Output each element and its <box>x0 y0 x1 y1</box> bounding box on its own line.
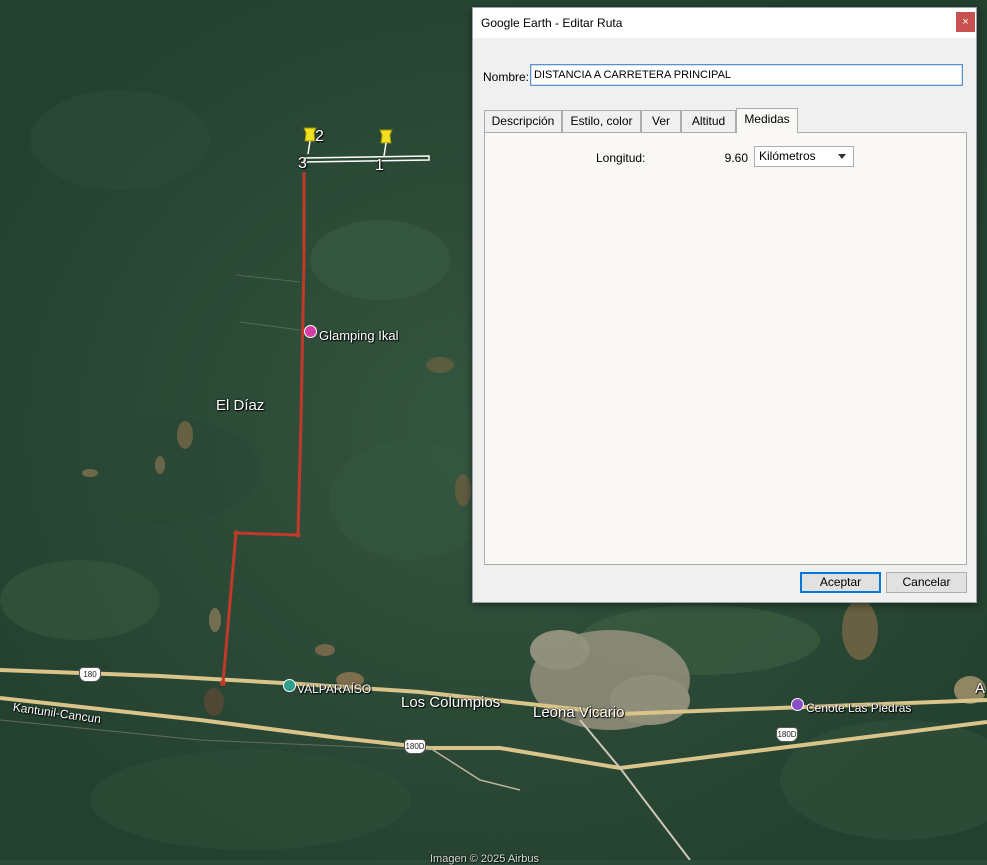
label-leona-vicario: Leona Vicario <box>533 704 625 721</box>
nombre-input[interactable] <box>530 64 963 86</box>
edit-route-dialog[interactable]: Google Earth - Editar Ruta × Nombre: Des… <box>472 7 977 603</box>
nombre-label: Nombre: <box>483 70 530 84</box>
tab-altitud[interactable]: Altitud <box>681 110 736 132</box>
highway-shield-180d: 180D <box>777 728 797 741</box>
cenote-poi-icon[interactable] <box>791 698 804 711</box>
tab-estilo-color[interactable]: Estilo, color <box>562 110 641 132</box>
label-edge-a: A <box>975 680 986 697</box>
dialog-titlebar[interactable]: Google Earth - Editar Ruta × <box>473 8 976 38</box>
longitud-value: 9.60 <box>724 151 748 165</box>
pushpin-icon[interactable] <box>374 128 398 158</box>
route-point-1: 1 <box>375 157 384 174</box>
label-cenote: Cenote Las Piedras <box>806 701 912 715</box>
label-valparaiso: VALPARAÍSO <box>297 682 372 696</box>
highway-shield-180d: 180D <box>405 740 425 753</box>
dialog-title: Google Earth - Editar Ruta <box>481 16 623 30</box>
highway-shield-180: 180 <box>80 668 100 681</box>
imagery-credit: Imagen © 2025 Airbus <box>430 853 540 865</box>
label-los-columpios: Los Columpios <box>401 694 501 711</box>
cancel-button[interactable]: Cancelar <box>886 572 967 593</box>
glamping-poi-icon[interactable] <box>304 325 317 338</box>
tab-medidas[interactable]: Medidas <box>736 108 798 133</box>
label-el-diaz: El Díaz <box>216 397 265 414</box>
unit-select[interactable]: Kilómetros <box>754 146 854 167</box>
route-point-3: 3 <box>298 155 307 172</box>
medidas-panel: Longitud: 9.60 Kilómetros <box>484 132 967 565</box>
chevron-down-icon <box>838 154 846 159</box>
tab-descripcion[interactable]: Descripción <box>484 110 562 132</box>
longitud-label: Longitud: <box>596 151 646 165</box>
unit-select-value: Kilómetros <box>759 149 816 163</box>
label-glamping: Glamping Ikal <box>319 328 399 343</box>
close-button[interactable]: × <box>956 12 975 32</box>
route-point-2: 2 <box>315 128 324 145</box>
tab-ver[interactable]: Ver <box>641 110 681 132</box>
valparaiso-poi-icon[interactable] <box>283 679 296 692</box>
accept-button[interactable]: Aceptar <box>800 572 881 593</box>
